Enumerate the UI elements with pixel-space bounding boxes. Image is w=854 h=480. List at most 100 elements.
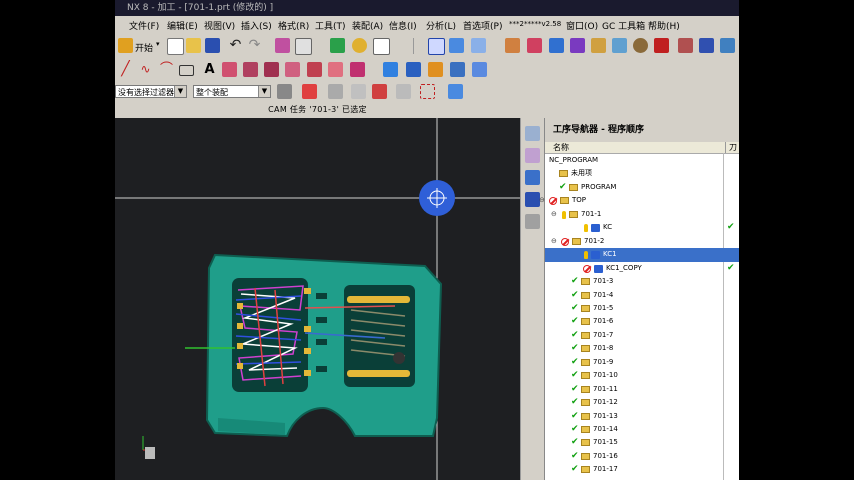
- cube-icon[interactable]: [448, 84, 463, 99]
- chevron-down-icon[interactable]: ▾: [156, 40, 160, 48]
- blue-tool-icon[interactable]: [699, 38, 714, 53]
- transform-icon[interactable]: [406, 62, 421, 77]
- arc-icon[interactable]: ⌒: [159, 62, 174, 77]
- new-file-icon[interactable]: [167, 38, 184, 55]
- history-icon[interactable]: [525, 214, 540, 229]
- red-cube-icon[interactable]: [654, 38, 669, 53]
- model-canvas[interactable]: [115, 118, 520, 480]
- project-curve-icon[interactable]: [243, 62, 258, 77]
- intersect-curve-icon[interactable]: [264, 62, 279, 77]
- tool-icon[interactable]: [678, 38, 693, 53]
- tree-row[interactable]: ✔ 701-7: [545, 329, 739, 343]
- tree-row[interactable]: NC_PROGRAM: [545, 154, 739, 168]
- line-icon[interactable]: ╱: [118, 62, 133, 77]
- undo-icon[interactable]: ↶: [228, 38, 243, 53]
- open-folder-icon[interactable]: [186, 38, 201, 53]
- tree-row[interactable]: KC1: [545, 248, 739, 262]
- menu-file[interactable]: 文件(F): [129, 19, 159, 32]
- cut-icon[interactable]: [275, 38, 290, 53]
- menu-help[interactable]: 帮助(H): [648, 19, 680, 32]
- menu-window[interactable]: 窗口(O): [566, 19, 598, 32]
- bridge-curve-icon[interactable]: [285, 62, 300, 77]
- point-snap-icon[interactable]: [302, 84, 317, 99]
- menu-preferences[interactable]: 首选项(P): [463, 19, 502, 32]
- tree-row[interactable]: ⊖ 701-1: [545, 208, 739, 222]
- collapse-icon[interactable]: ⊖: [539, 194, 545, 208]
- wave-icon[interactable]: [472, 62, 487, 77]
- col-tool[interactable]: 刀: [725, 142, 737, 153]
- shaded-cube-icon[interactable]: [449, 38, 464, 53]
- tree-row[interactable]: ✔ 701-10: [545, 369, 739, 383]
- tree-row[interactable]: ✔ PROGRAM: [545, 181, 739, 195]
- tree-row[interactable]: ⊖ 701-2: [545, 235, 739, 249]
- refresh-icon[interactable]: [330, 38, 345, 53]
- tree-row[interactable]: ✔ 701-11: [545, 383, 739, 397]
- settings-icon[interactable]: [720, 38, 735, 53]
- fit-view-icon[interactable]: [428, 38, 445, 55]
- save-icon[interactable]: [205, 38, 220, 53]
- spline-icon[interactable]: ∿: [138, 62, 153, 77]
- collapse-icon[interactable]: ⊖: [551, 208, 557, 222]
- filter-icon[interactable]: [396, 84, 411, 99]
- type-filter-select[interactable]: 没有选择过滤器 ▼: [115, 85, 187, 98]
- operation-nav-icon[interactable]: [525, 170, 540, 185]
- text-icon[interactable]: A: [202, 62, 217, 77]
- tree-row[interactable]: ✔ 701-4: [545, 289, 739, 303]
- table-icon[interactable]: [450, 62, 465, 77]
- menu-view[interactable]: 视图(V): [204, 19, 235, 32]
- cursor-icon[interactable]: [372, 84, 387, 99]
- move-object-icon[interactable]: [383, 62, 398, 77]
- tree-row[interactable]: ✔ 701-15: [545, 436, 739, 450]
- tree-row[interactable]: ✔ 701-3: [545, 275, 739, 289]
- assembly-nav-icon[interactable]: [525, 126, 540, 141]
- shop-doc-icon[interactable]: [591, 38, 606, 53]
- offset-curve-icon[interactable]: [222, 62, 237, 77]
- tree-row[interactable]: KC1_COPY ✔: [545, 262, 739, 276]
- tree-row[interactable]: ✔ 701-12: [545, 396, 739, 410]
- part-nav-icon[interactable]: [525, 148, 540, 163]
- operation-icon[interactable]: [527, 38, 542, 53]
- copy-icon[interactable]: [295, 38, 312, 55]
- tree-row[interactable]: ✔ 701-17: [545, 463, 739, 477]
- trim-curve-icon[interactable]: [328, 62, 343, 77]
- tree-row[interactable]: ⊖ TOP: [539, 194, 739, 208]
- split-curve-icon[interactable]: [350, 62, 365, 77]
- snap-icon[interactable]: [277, 84, 292, 99]
- menu-plugin[interactable]: ***2*****v2.58: [509, 20, 561, 28]
- graphics-viewport[interactable]: [115, 118, 520, 480]
- menu-info[interactable]: 信息(I): [389, 19, 417, 32]
- menu-gc-toolbox[interactable]: GC 工具箱: [602, 19, 645, 32]
- menu-assembly[interactable]: 装配(A): [352, 19, 383, 32]
- geometry-icon[interactable]: [549, 38, 564, 53]
- tree-row[interactable]: ✔ 701-16: [545, 450, 739, 464]
- menu-analysis[interactable]: 分析(L): [426, 19, 456, 32]
- brush-icon[interactable]: [428, 62, 443, 77]
- menu-tools[interactable]: 工具(T): [315, 19, 346, 32]
- chevron-down-icon[interactable]: ▼: [258, 86, 270, 97]
- menu-edit[interactable]: 编辑(E): [167, 19, 198, 32]
- extract-curve-icon[interactable]: [307, 62, 322, 77]
- sheet-icon[interactable]: [373, 38, 390, 55]
- tree-row[interactable]: 未用项: [545, 167, 739, 181]
- redo-icon[interactable]: ↷: [247, 38, 262, 53]
- tree-row[interactable]: ✔ 701-14: [545, 423, 739, 437]
- tree-row[interactable]: KC ✔: [545, 221, 739, 235]
- menu-format[interactable]: 格式(R): [278, 19, 309, 32]
- postprocess-icon[interactable]: [570, 38, 585, 53]
- select-box-icon[interactable]: [420, 84, 435, 99]
- toolpath-icon[interactable]: [612, 38, 627, 53]
- chevron-down-icon[interactable]: ▼: [174, 86, 186, 97]
- start-icon[interactable]: [118, 38, 133, 53]
- animal-icon[interactable]: [633, 38, 648, 53]
- tree-row[interactable]: ✔ 701-8: [545, 342, 739, 356]
- mill-icon[interactable]: [505, 38, 520, 53]
- tree-row[interactable]: ✔ 701-13: [545, 410, 739, 424]
- scope-select[interactable]: 整个装配 ▼: [193, 85, 271, 98]
- machine-nav-icon[interactable]: [525, 192, 540, 207]
- collapse-icon[interactable]: ⊖: [551, 235, 557, 249]
- view-icon[interactable]: [351, 84, 366, 99]
- start-button[interactable]: 开始: [135, 41, 153, 54]
- tree-row[interactable]: ✔ 701-5: [545, 302, 739, 316]
- wire-cube-icon[interactable]: [471, 38, 486, 53]
- help-icon[interactable]: [352, 38, 367, 53]
